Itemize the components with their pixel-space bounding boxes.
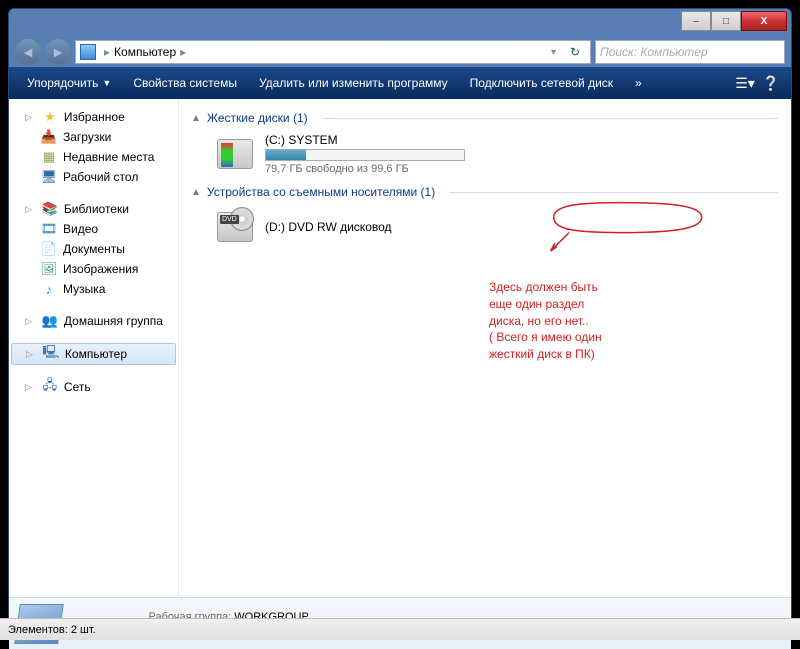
- sidebar-item-documents[interactable]: 📄 Документы: [9, 239, 178, 259]
- sidebar-item-desktop[interactable]: 🖥 Рабочий стол: [9, 167, 178, 187]
- sidebar-item-downloads[interactable]: 📥 Загрузки: [9, 127, 178, 147]
- group-header-removable[interactable]: ▲ Устройства со съемными носителями (1): [191, 185, 779, 199]
- chevron-down-icon: ▼: [102, 78, 111, 88]
- chevron-icon: ▷: [25, 382, 32, 393]
- network-icon: 🖧: [42, 379, 58, 395]
- music-icon: ♪: [41, 281, 57, 297]
- status-item-count: Элементов: 2 шт.: [8, 624, 96, 636]
- breadcrumb-sep-icon: ▸: [180, 45, 186, 59]
- disk-usage-bar: [265, 149, 465, 161]
- content-area: ▷ ★ Избранное 📥 Загрузки ▦ Недавние мест…: [9, 99, 791, 597]
- homegroup-icon: 👥: [42, 313, 58, 329]
- chevron-icon: ▷: [25, 204, 32, 215]
- drive-name: (C:) SYSTEM: [265, 133, 465, 147]
- minimize-button[interactable]: –: [681, 11, 711, 31]
- pictures-icon: 🖼: [41, 261, 57, 277]
- titlebar[interactable]: – □ X: [9, 9, 791, 37]
- collapse-icon[interactable]: ▲: [191, 113, 201, 124]
- address-row: ◄ ► ▸ Компьютер ▸ ▾ ↻ Поиск: Компьютер: [9, 37, 791, 67]
- libraries-icon: 📚: [42, 201, 58, 217]
- statusbar: Элементов: 2 шт.: [0, 618, 800, 640]
- breadcrumb-item[interactable]: Компьютер: [114, 45, 176, 59]
- organize-menu[interactable]: Упорядочить▼: [17, 72, 121, 94]
- uninstall-program-button[interactable]: Удалить или изменить программу: [249, 72, 458, 94]
- sidebar-favorites-header[interactable]: ▷ ★ Избранное: [9, 107, 178, 127]
- collapse-icon[interactable]: ▲: [191, 187, 201, 198]
- sidebar-homegroup-header[interactable]: ▷ 👥 Домашняя группа: [9, 311, 178, 331]
- window-controls: – □ X: [681, 11, 787, 31]
- divider: [449, 192, 779, 193]
- system-properties-button[interactable]: Свойства системы: [123, 72, 247, 94]
- maximize-button[interactable]: □: [711, 11, 741, 31]
- view-options-icon[interactable]: ☰▾: [733, 75, 757, 92]
- dropdown-icon[interactable]: ▾: [551, 47, 556, 58]
- documents-icon: 📄: [41, 241, 57, 257]
- recent-places-icon: ▦: [41, 149, 57, 165]
- search-input[interactable]: Поиск: Компьютер: [595, 40, 785, 64]
- command-bar: Упорядочить▼ Свойства системы Удалить ил…: [9, 67, 791, 99]
- hdd-icon: [215, 134, 255, 174]
- dvd-drive-icon: DVD: [215, 207, 255, 247]
- chevron-icon: ▷: [25, 112, 32, 123]
- annotation-circle: [489, 199, 759, 254]
- sidebar-item-pictures[interactable]: 🖼 Изображения: [9, 259, 178, 279]
- star-icon: ★: [42, 109, 58, 125]
- toolbar-overflow-button[interactable]: »: [625, 72, 652, 94]
- sidebar-item-recent[interactable]: ▦ Недавние места: [9, 147, 178, 167]
- map-network-drive-button[interactable]: Подключить сетевой диск: [460, 72, 623, 94]
- file-list-pane[interactable]: ▲ Жесткие диски (1) (C:) SYSTEM 79,7 ГБ …: [179, 99, 791, 597]
- computer-icon: 🖳: [43, 346, 59, 362]
- computer-icon: [80, 44, 96, 60]
- navigation-pane: ▷ ★ Избранное 📥 Загрузки ▦ Недавние мест…: [9, 99, 179, 597]
- sidebar-item-music[interactable]: ♪ Музыка: [9, 279, 178, 299]
- explorer-window: – □ X ◄ ► ▸ Компьютер ▸ ▾ ↻ Поиск: Компь…: [8, 8, 792, 618]
- nav-back-button[interactable]: ◄: [15, 39, 41, 65]
- divider: [322, 118, 779, 119]
- annotation-text: Здесь должен быть еще один раздел диска,…: [489, 279, 602, 363]
- nav-forward-button[interactable]: ►: [45, 39, 71, 65]
- refresh-icon[interactable]: ↻: [564, 41, 586, 63]
- chevron-icon: ▷: [26, 349, 33, 360]
- breadcrumb-sep-icon: ▸: [104, 45, 110, 59]
- downloads-icon: 📥: [41, 129, 57, 145]
- address-bar[interactable]: ▸ Компьютер ▸ ▾ ↻: [75, 40, 591, 64]
- drive-c-item[interactable]: (C:) SYSTEM 79,7 ГБ свободно из 99,6 ГБ: [215, 133, 779, 175]
- sidebar-libraries-header[interactable]: ▷ 📚 Библиотеки: [9, 199, 178, 219]
- help-icon[interactable]: ❔: [759, 75, 783, 92]
- group-header-hdd[interactable]: ▲ Жесткие диски (1): [191, 111, 779, 125]
- sidebar-network-header[interactable]: ▷ 🖧 Сеть: [9, 377, 178, 397]
- sidebar-item-computer[interactable]: ▷ 🖳 Компьютер: [11, 343, 176, 365]
- video-icon: 🎞: [41, 221, 57, 237]
- search-placeholder: Поиск: Компьютер: [600, 45, 708, 59]
- desktop-icon: 🖥: [41, 169, 57, 185]
- chevron-icon: ▷: [25, 316, 32, 327]
- drive-freespace-text: 79,7 ГБ свободно из 99,6 ГБ: [265, 163, 465, 175]
- drive-name: (D:) DVD RW дисковод: [265, 220, 392, 234]
- sidebar-item-videos[interactable]: 🎞 Видео: [9, 219, 178, 239]
- close-button[interactable]: X: [741, 11, 787, 31]
